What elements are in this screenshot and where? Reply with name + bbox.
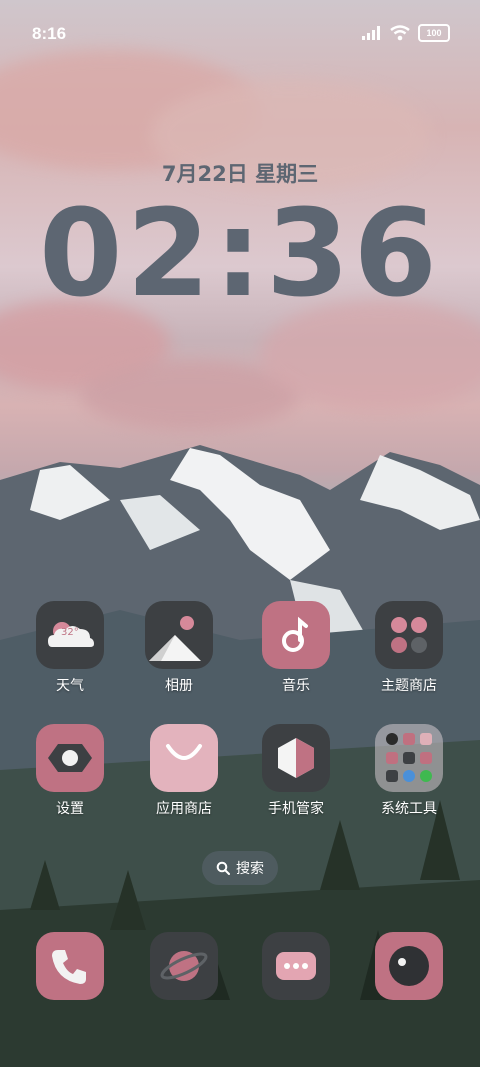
- weather-icon: 32°: [36, 601, 104, 669]
- dock-phone[interactable]: [22, 932, 118, 1000]
- status-icons: 100: [362, 24, 450, 42]
- app-label: 手机管家: [268, 801, 324, 817]
- app-label: 系统工具: [381, 801, 437, 817]
- battery-icon: 100: [418, 24, 450, 42]
- gallery-icon: [145, 601, 213, 669]
- app-app-store[interactable]: 应用商店: [136, 724, 232, 818]
- shield-icon: [262, 724, 330, 792]
- search-button[interactable]: 搜索: [202, 851, 278, 885]
- browser-icon: [150, 932, 218, 1000]
- shopping-bag-icon: [150, 724, 218, 792]
- lockscreen-clock[interactable]: 02:36: [0, 180, 480, 330]
- messages-icon: [262, 932, 330, 1000]
- search-icon: [216, 861, 230, 875]
- app-label: 天气: [56, 678, 84, 694]
- camera-icon: [375, 932, 443, 1000]
- home-screen: 8:16 100 7月22日 星期三 02:36 32° 天气 相册 音乐 主题…: [0, 0, 480, 1067]
- wifi-icon: [390, 25, 410, 41]
- signal-icon: [362, 26, 380, 40]
- status-time: 8:16: [32, 24, 67, 43]
- folder-icon: [375, 724, 443, 792]
- app-settings[interactable]: 设置: [22, 724, 118, 818]
- music-icon: [262, 601, 330, 669]
- dock-camera[interactable]: [361, 932, 457, 1000]
- app-gallery[interactable]: 相册: [131, 601, 227, 695]
- theme-store-icon: [375, 601, 443, 669]
- app-label: 设置: [56, 801, 84, 817]
- app-phone-manager[interactable]: 手机管家: [248, 724, 344, 818]
- app-weather[interactable]: 32° 天气: [22, 601, 118, 695]
- settings-icon: [36, 724, 104, 792]
- app-label: 音乐: [282, 678, 310, 694]
- app-label: 主题商店: [381, 678, 437, 694]
- phone-icon: [36, 932, 104, 1000]
- app-label: 相册: [165, 678, 193, 694]
- status-bar: 8:16 100: [0, 0, 480, 68]
- dock-browser[interactable]: [136, 932, 232, 1000]
- search-label: 搜索: [236, 861, 264, 877]
- weather-temp: 32°: [61, 627, 79, 638]
- app-theme-store[interactable]: 主题商店: [361, 601, 457, 695]
- app-music[interactable]: 音乐: [248, 601, 344, 695]
- app-system-tools-folder[interactable]: 系统工具: [361, 724, 457, 818]
- app-label: 应用商店: [156, 801, 212, 817]
- dock-messages[interactable]: [248, 932, 344, 1000]
